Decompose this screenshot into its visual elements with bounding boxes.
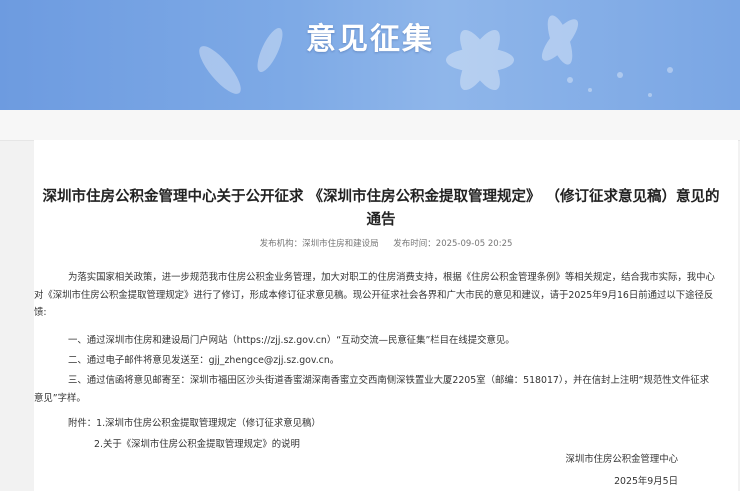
article-title: 深圳市住房公积金管理中心关于公开征求 《深圳市住房公积金提取管理规定》 （修订征… <box>42 189 720 228</box>
header-banner: 意见征集 <box>0 0 740 110</box>
breadcrumb-strip <box>0 110 740 141</box>
date: 2025年9月5日 <box>614 476 678 487</box>
signature: 深圳市住房公积金管理中心 <box>565 454 678 465</box>
publisher: 发布机构：深圳市住房和建设局 <box>259 239 379 249</box>
article-meta: 发布机构：深圳市住房和建设局 发布时间：2025-09-05 20:25 <box>34 237 738 249</box>
publish-time: 发布时间：2025-09-05 20:25 <box>393 239 513 249</box>
banner-title: 意见征集 <box>306 22 434 57</box>
intro-paragraph: 为落实国家相关政策，进一步规范我市住房公积金业务管理，加大对职工的住房消费支持，… <box>34 272 715 318</box>
dots-decoration-icon <box>567 67 673 97</box>
channel-website: 一、通过深圳市住房和建设局门户网站（https://zjj.sz.gov.cn）… <box>68 335 515 346</box>
channel-mail: 三、通过信函将意见邮寄至：深圳市福田区沙头街道香蜜湖深南香蜜立交西南侧深铁置业大… <box>34 375 710 404</box>
article-card: 深圳市住房公积金管理中心关于公开征求 《深圳市住房公积金提取管理规定》 （修订征… <box>34 140 738 491</box>
channel-email: 二、通过电子邮件将意见发送至：gjj_zhengce@zjj.sz.gov.cn… <box>68 355 340 366</box>
attachment-1-link[interactable]: 附件：1.深圳市住房公积金提取管理规定（修订征求意见稿） <box>68 415 718 433</box>
